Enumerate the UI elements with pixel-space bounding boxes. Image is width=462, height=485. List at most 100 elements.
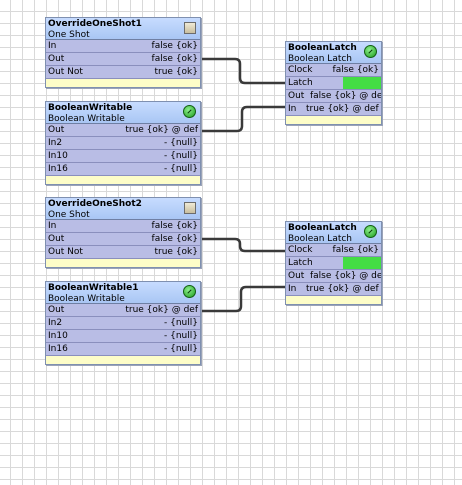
block-subtitle: One Shot [48, 210, 90, 220]
slot-clock[interactable]: Clock false {ok} [286, 244, 381, 257]
slot-label: In16 [48, 344, 68, 354]
slot-value: true {ok} @ def [125, 305, 198, 315]
block-header[interactable]: BooleanWritable Boolean Writable [46, 102, 200, 124]
slot-latch[interactable]: Latch [286, 77, 381, 90]
slot-label: In [48, 221, 57, 231]
block-title: OverrideOneShot2 [48, 199, 142, 209]
block-footer [286, 296, 381, 304]
block-footer [286, 116, 381, 124]
slot-label: In2 [48, 318, 63, 328]
slot-label: Out [288, 271, 305, 281]
slot-value: - {null} [164, 138, 198, 148]
block-subtitle: Boolean Writable [48, 294, 125, 304]
slot-in[interactable]: In true {ok} @ def [286, 103, 381, 116]
block-footer [46, 356, 200, 364]
block-header[interactable]: OverrideOneShot1 One Shot [46, 18, 200, 40]
slot-label: In [288, 104, 297, 114]
slot-label: In10 [48, 151, 68, 161]
boolean-latch-2-block[interactable]: BooleanLatch Boolean Latch Clock false {o… [285, 221, 382, 305]
slot-value: false {ok} [332, 245, 379, 255]
block-header[interactable]: BooleanLatch Boolean Latch [286, 222, 381, 244]
ok-status-icon [183, 285, 196, 298]
slot-label: Out [48, 234, 65, 244]
slot-label: Out Not [48, 67, 83, 77]
block-header[interactable]: BooleanLatch Boolean Latch [286, 42, 381, 64]
slot-clock[interactable]: Clock false {ok} [286, 64, 381, 77]
slot-value: false {ok} [151, 221, 198, 231]
block-header[interactable]: OverrideOneShot2 One Shot [46, 198, 200, 220]
slot-label: In10 [48, 331, 68, 341]
slot-value: true {ok} [154, 247, 198, 257]
slot-label: Out [288, 91, 305, 101]
slot-out[interactable]: Out false {ok} [46, 233, 200, 246]
slot-label: Out [48, 125, 65, 135]
slot-value: - {null} [164, 151, 198, 161]
slot-in2[interactable]: In2 - {null} [46, 137, 200, 150]
slot-in16[interactable]: In16 - {null} [46, 163, 200, 176]
slot-out[interactable]: Out false {ok} [46, 53, 200, 66]
override-one-shot-2-block[interactable]: OverrideOneShot2 One Shot In false {ok} O… [45, 197, 201, 268]
block-subtitle: Boolean Writable [48, 114, 125, 124]
slot-label: Latch [288, 258, 313, 268]
slot-value: - {null} [164, 164, 198, 174]
slot-value: false {ok} [151, 234, 198, 244]
slot-in[interactable]: In false {ok} [46, 40, 200, 53]
slot-label: Out [48, 54, 65, 64]
wire-override1-out-to-latch1-clock[interactable] [200, 57, 286, 85]
override-status-box-icon [184, 202, 196, 214]
slot-out[interactable]: Out false {ok} @ de [286, 90, 381, 103]
slot-out[interactable]: Out true {ok} @ def [46, 304, 200, 317]
slot-in[interactable]: In false {ok} [46, 220, 200, 233]
boolean-latch-block[interactable]: BooleanLatch Boolean Latch Clock false {o… [285, 41, 382, 125]
slot-value: - {null} [164, 318, 198, 328]
slot-value: false {ok} @ de [310, 271, 381, 281]
slot-label: Out Not [48, 247, 83, 257]
slot-in16[interactable]: In16 - {null} [46, 343, 200, 356]
slot-out-not[interactable]: Out Not true {ok} [46, 66, 200, 79]
ok-status-icon [183, 105, 196, 118]
override-status-box-icon [184, 22, 196, 34]
slot-out-not[interactable]: Out Not true {ok} [46, 246, 200, 259]
slot-value: true {ok} @ def [306, 284, 379, 294]
wire-writable-out-to-latch1-in[interactable] [200, 105, 286, 133]
slot-value: false {ok} [151, 41, 198, 51]
slot-in10[interactable]: In10 - {null} [46, 330, 200, 343]
block-footer [46, 79, 200, 87]
slot-out[interactable]: Out true {ok} @ def [46, 124, 200, 137]
slot-label: In16 [48, 164, 68, 174]
slot-label: In [48, 41, 57, 51]
override-one-shot-1-block[interactable]: OverrideOneShot1 One Shot In false {ok} O… [45, 17, 201, 88]
block-title: OverrideOneShot1 [48, 19, 142, 29]
slot-value: true {ok} [154, 67, 198, 77]
wire-writable1-out-to-latch2-in[interactable] [200, 285, 286, 313]
block-title: BooleanWritable1 [48, 283, 139, 293]
boolean-writable-block[interactable]: BooleanWritable Boolean Writable Out true… [45, 101, 201, 185]
slot-value: false {ok} [151, 54, 198, 64]
slot-label: In [288, 284, 297, 294]
slot-in[interactable]: In true {ok} @ def [286, 283, 381, 296]
latch-indicator [343, 257, 381, 269]
block-footer [46, 176, 200, 184]
block-title: BooleanWritable [48, 103, 133, 113]
slot-label: In2 [48, 138, 63, 148]
slot-in10[interactable]: In10 - {null} [46, 150, 200, 163]
slot-out[interactable]: Out false {ok} @ de [286, 270, 381, 283]
boolean-writable-1-block[interactable]: BooleanWritable1 Boolean Writable Out tru… [45, 281, 201, 365]
slot-value: - {null} [164, 344, 198, 354]
wire-override2-out-to-latch2-clock[interactable] [200, 237, 286, 253]
slot-in2[interactable]: In2 - {null} [46, 317, 200, 330]
ok-status-icon [364, 225, 377, 238]
slot-label: Clock [288, 65, 313, 75]
ok-status-icon [364, 45, 377, 58]
slot-value: true {ok} @ def [306, 104, 379, 114]
block-footer [46, 259, 200, 267]
slot-value: true {ok} @ def [125, 125, 198, 135]
slot-value: - {null} [164, 331, 198, 341]
latch-indicator [343, 77, 381, 89]
slot-latch[interactable]: Latch [286, 257, 381, 270]
slot-label: Clock [288, 245, 313, 255]
slot-value: false {ok} [332, 65, 379, 75]
block-header[interactable]: BooleanWritable1 Boolean Writable [46, 282, 200, 304]
slot-label: Out [48, 305, 65, 315]
block-subtitle: One Shot [48, 30, 90, 40]
